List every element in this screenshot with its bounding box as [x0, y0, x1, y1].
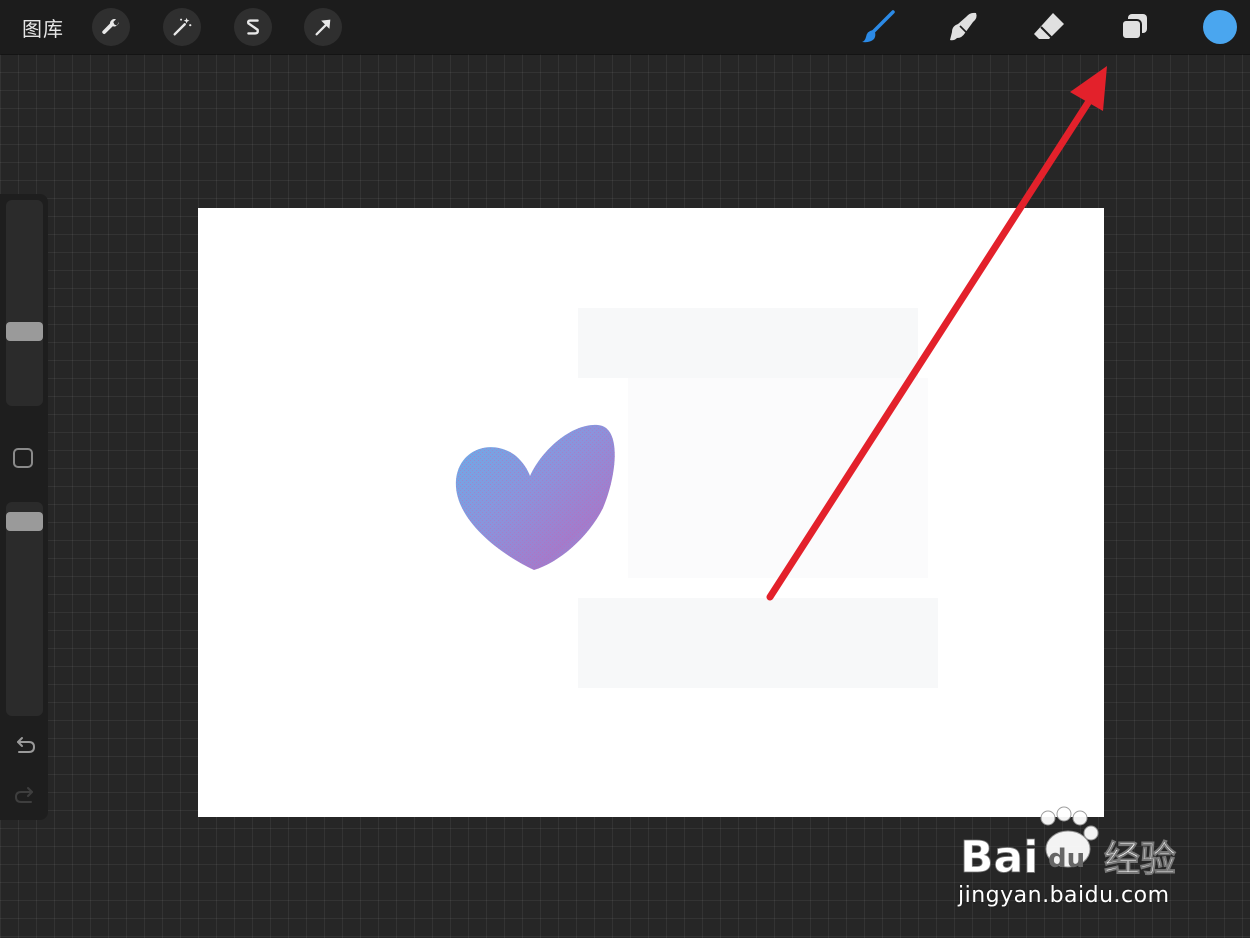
selection-button[interactable] — [234, 8, 272, 46]
svg-text:du: du — [1048, 844, 1085, 874]
redo-icon — [14, 787, 33, 803]
selection-s-icon — [247, 19, 259, 35]
brush-size-slider[interactable] — [6, 200, 43, 406]
magic-wand-icon — [173, 17, 192, 36]
gallery-button[interactable]: 图库 — [22, 13, 64, 42]
redo-button[interactable] — [12, 784, 38, 810]
brush-size-handle[interactable] — [6, 322, 43, 341]
smudge-button[interactable] — [945, 9, 981, 45]
layers-icon — [1121, 14, 1147, 40]
opacity-handle[interactable] — [6, 512, 43, 531]
color-swatch[interactable] — [1203, 10, 1237, 44]
brush-button[interactable] — [860, 9, 896, 45]
smudge-icon — [950, 12, 977, 41]
transform-button[interactable] — [304, 8, 342, 46]
drawing-canvas[interactable] — [198, 208, 1104, 817]
brush-icon — [862, 10, 895, 43]
opacity-slider[interactable] — [6, 502, 43, 716]
watermark-url: jingyan.baidu.com — [958, 883, 1170, 908]
wrench-icon — [102, 18, 119, 34]
eraser-button[interactable] — [1031, 9, 1067, 45]
watermark-brand: Bai — [960, 832, 1038, 883]
actions-button[interactable] — [92, 8, 130, 46]
layers-button[interactable] — [1117, 9, 1153, 45]
left-sidebar — [0, 194, 48, 820]
heart-drawing — [455, 424, 615, 570]
eraser-icon — [1034, 13, 1064, 39]
modify-button[interactable] — [13, 448, 33, 468]
top-toolbar: 图库 — [0, 0, 1250, 54]
svg-text:经验: 经验 — [1104, 839, 1176, 880]
undo-button[interactable] — [12, 734, 38, 760]
arrow-cursor-icon — [315, 19, 331, 36]
undo-icon — [17, 737, 36, 753]
adjustments-button[interactable] — [163, 8, 201, 46]
